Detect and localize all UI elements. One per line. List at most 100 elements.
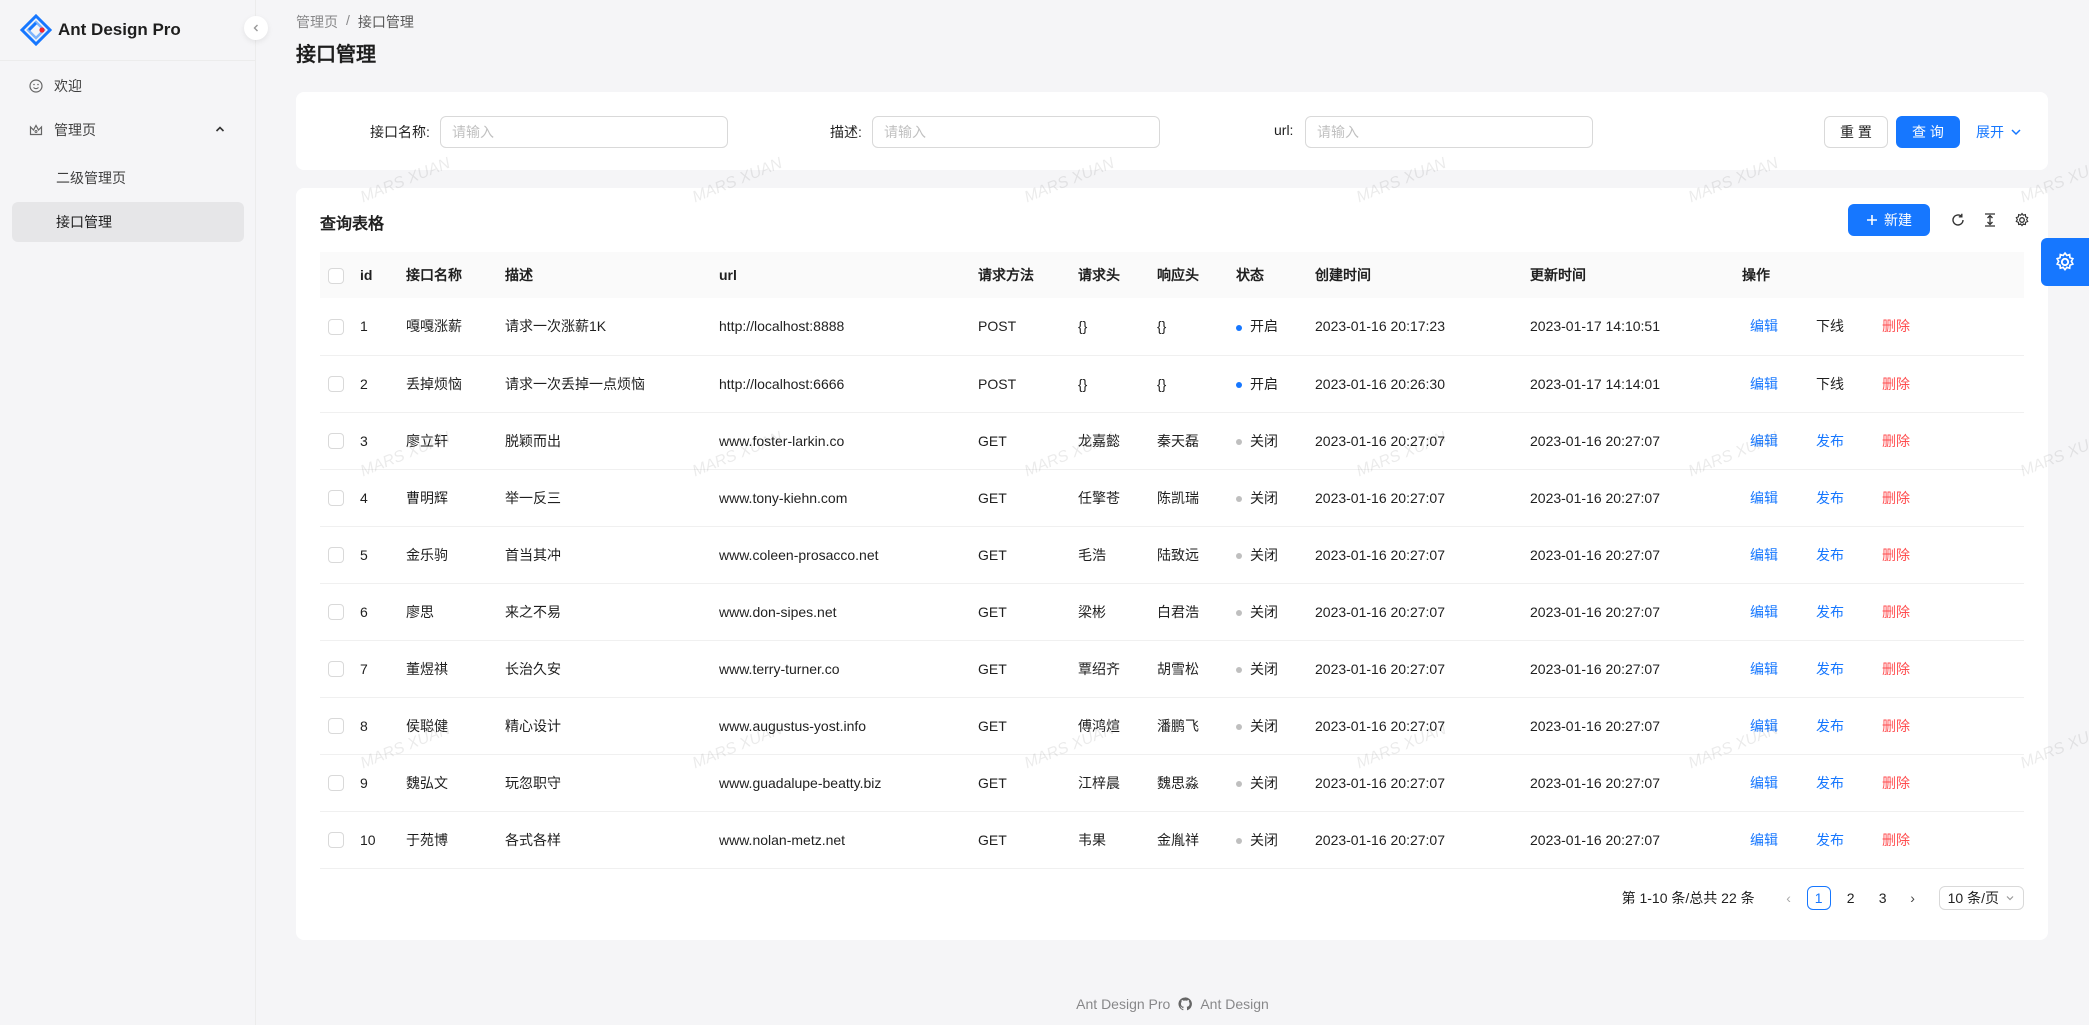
logo[interactable]: Ant Design Pro xyxy=(20,14,181,46)
table-row: 4 曹明辉 举一反三 www.tony-kiehn.com GET 任擎苍 陈凯瑞 关闭 202… xyxy=(320,469,2024,526)
column-height-icon[interactable] xyxy=(1980,210,2000,230)
reload-icon[interactable] xyxy=(1948,210,1968,230)
table-row: 1 嘎嘎涨薪 请求一次涨薪1K http://localhost:8888 POST {}… xyxy=(320,298,2024,355)
next-page-icon[interactable]: › xyxy=(1903,890,1923,906)
edit-link[interactable]: 编辑 xyxy=(1750,602,1778,622)
column-header: 创建时间 xyxy=(1315,267,1371,283)
row-checkbox[interactable] xyxy=(328,832,344,849)
row-checkbox[interactable] xyxy=(328,318,344,335)
breadcrumb-link-admin[interactable]: 管理页 xyxy=(296,12,338,32)
publish-link[interactable]: 发布 xyxy=(1816,488,1844,508)
delete-link[interactable]: 删除 xyxy=(1882,316,1910,336)
edit-link[interactable]: 编辑 xyxy=(1750,431,1778,451)
row-checkbox[interactable] xyxy=(328,433,344,450)
cell-desc: 各式各样 xyxy=(505,831,561,848)
cell-created: 2023-01-16 20:27:07 xyxy=(1315,432,1445,449)
status-text: 开启 xyxy=(1250,318,1278,335)
setting-drawer-button[interactable] xyxy=(2041,238,2089,286)
cell-name: 廖思 xyxy=(406,603,434,620)
publish-link[interactable]: 发布 xyxy=(1816,716,1844,736)
delete-link[interactable]: 删除 xyxy=(1882,431,1910,451)
offline-link[interactable]: 下线 xyxy=(1816,374,1844,394)
edit-link[interactable]: 编辑 xyxy=(1750,316,1778,336)
desc-input[interactable] xyxy=(872,116,1160,148)
row-checkbox[interactable] xyxy=(328,718,344,735)
publish-link[interactable]: 发布 xyxy=(1816,431,1844,451)
cell-method: GET xyxy=(978,717,1007,734)
edit-link[interactable]: 编辑 xyxy=(1750,773,1778,793)
cell-req: 江梓晨 xyxy=(1078,774,1120,791)
publish-link[interactable]: 发布 xyxy=(1816,830,1844,850)
cell-res: 金胤祥 xyxy=(1157,831,1199,848)
cell-res: 秦天磊 xyxy=(1157,432,1199,449)
new-button[interactable]: 新建 xyxy=(1848,204,1930,236)
publish-link[interactable]: 发布 xyxy=(1816,659,1844,679)
delete-link[interactable]: 删除 xyxy=(1882,830,1910,850)
publish-link[interactable]: 发布 xyxy=(1816,602,1844,622)
delete-link[interactable]: 删除 xyxy=(1882,659,1910,679)
cell-desc: 首当其冲 xyxy=(505,546,561,563)
edit-link[interactable]: 编辑 xyxy=(1750,374,1778,394)
edit-link[interactable]: 编辑 xyxy=(1750,830,1778,850)
cell-updated: 2023-01-16 20:27:07 xyxy=(1530,546,1660,563)
cell-status: 关闭 xyxy=(1228,526,1307,583)
row-checkbox[interactable] xyxy=(328,775,344,792)
row-checkbox[interactable] xyxy=(328,490,344,507)
cell-desc: 精心设计 xyxy=(505,717,561,734)
table-row: 6 廖思 来之不易 www.don-sipes.net GET 梁彬 白君浩 关闭 2023-0… xyxy=(320,583,2024,640)
sidebar-item-admin[interactable]: 管理页 xyxy=(12,110,244,150)
page-1-button[interactable]: 1 xyxy=(1806,886,1831,910)
status-text: 关闭 xyxy=(1250,717,1278,734)
cell-req: 韦果 xyxy=(1078,831,1106,848)
footer-link-pro[interactable]: Ant Design Pro xyxy=(1076,996,1170,1012)
cell-method: GET xyxy=(978,831,1007,848)
delete-link[interactable]: 删除 xyxy=(1882,773,1910,793)
prev-page-icon[interactable]: ‹ xyxy=(1779,890,1799,906)
chevron-down-icon xyxy=(2011,129,2021,136)
page-3-button[interactable]: 3 xyxy=(1871,886,1895,910)
edit-link[interactable]: 编辑 xyxy=(1750,545,1778,565)
expand-link[interactable]: 展开 xyxy=(1976,122,2022,142)
setting-icon[interactable] xyxy=(2012,210,2032,230)
cell-created: 2023-01-16 20:27:07 xyxy=(1315,717,1445,734)
status-dot xyxy=(1236,495,1242,502)
url-input[interactable] xyxy=(1305,116,1593,148)
cell-name: 董煜祺 xyxy=(406,660,448,677)
offline-link[interactable]: 下线 xyxy=(1816,316,1844,336)
delete-link[interactable]: 删除 xyxy=(1882,602,1910,622)
select-all-checkbox[interactable] xyxy=(328,267,344,284)
cell-req: 龙嘉懿 xyxy=(1078,432,1120,449)
github-icon[interactable] xyxy=(1178,997,1193,1011)
cell-name: 嘎嘎涨薪 xyxy=(406,318,462,335)
delete-link[interactable]: 删除 xyxy=(1882,488,1910,508)
row-checkbox[interactable] xyxy=(328,376,344,393)
sidebar-item-sub-admin[interactable]: 二级管理页 xyxy=(12,158,244,198)
publish-link[interactable]: 发布 xyxy=(1816,545,1844,565)
reset-button[interactable]: 重 置 xyxy=(1824,116,1888,148)
footer-link-antd[interactable]: Ant Design xyxy=(1200,996,1268,1012)
table-card: 查询表格 新建 id 接口名称 描述 url 请求方法 请求头 响应头 状态 创… xyxy=(296,188,2048,940)
edit-link[interactable]: 编辑 xyxy=(1750,488,1778,508)
delete-link[interactable]: 删除 xyxy=(1882,716,1910,736)
edit-link[interactable]: 编辑 xyxy=(1750,659,1778,679)
query-button[interactable]: 查 询 xyxy=(1896,116,1960,148)
collapse-sidebar-button[interactable] xyxy=(244,16,268,40)
table-header-row: id 接口名称 描述 url 请求方法 请求头 响应头 状态 创建时间 更新时间… xyxy=(320,252,2024,298)
publish-link[interactable]: 发布 xyxy=(1816,773,1844,793)
page-size-select[interactable]: 10 条/页 xyxy=(1938,886,2024,910)
sidebar-item-api-manage[interactable]: 接口管理 xyxy=(12,202,244,242)
cell-desc: 脱颖而出 xyxy=(505,432,561,449)
footer: Ant Design Pro Ant Design xyxy=(256,996,2089,1012)
edit-link[interactable]: 编辑 xyxy=(1750,716,1778,736)
name-input[interactable] xyxy=(440,116,728,148)
page-2-button[interactable]: 2 xyxy=(1839,886,1863,910)
sidebar-item-label: 接口管理 xyxy=(56,214,112,230)
cell-url: www.tony-kiehn.com xyxy=(719,489,848,506)
cell-updated: 2023-01-16 20:27:07 xyxy=(1530,489,1660,506)
delete-link[interactable]: 删除 xyxy=(1882,374,1910,394)
row-checkbox[interactable] xyxy=(328,547,344,564)
delete-link[interactable]: 删除 xyxy=(1882,545,1910,565)
row-checkbox[interactable] xyxy=(328,604,344,621)
sidebar-item-welcome[interactable]: 欢迎 xyxy=(12,66,244,106)
row-checkbox[interactable] xyxy=(328,661,344,678)
